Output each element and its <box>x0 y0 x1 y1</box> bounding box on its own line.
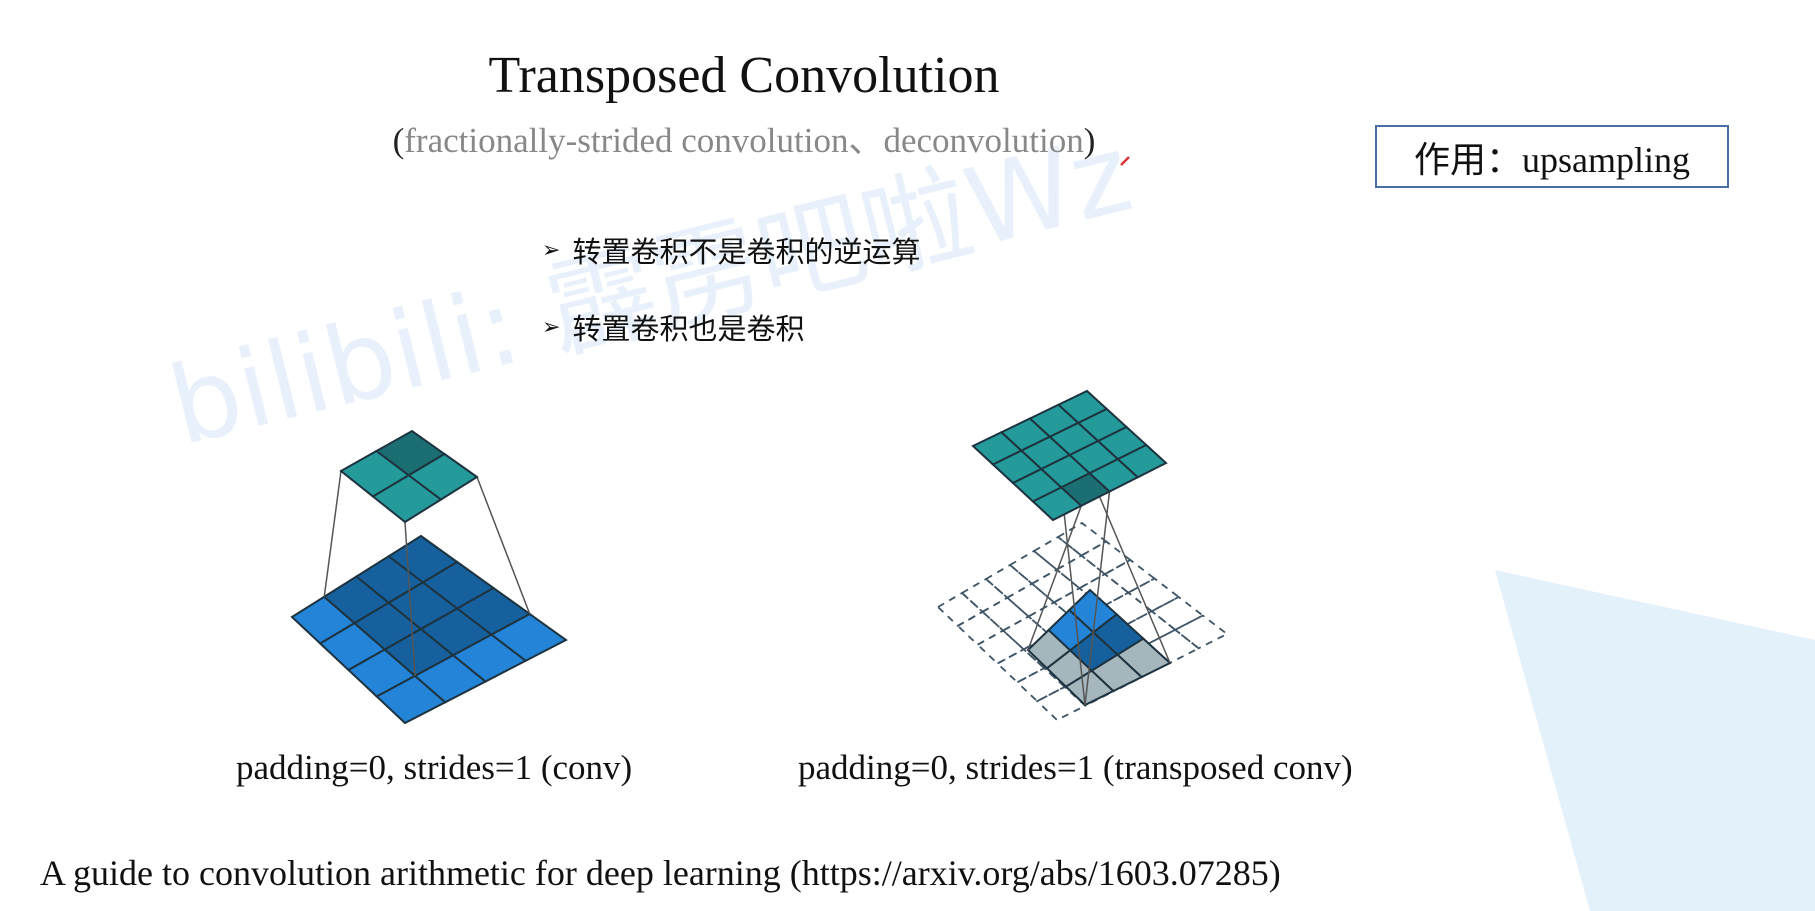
projection-line <box>323 470 342 597</box>
subtitle-open: ( <box>392 121 405 160</box>
bullet-item: ➢ 转置卷积不是卷积的逆运算 <box>542 229 920 271</box>
arrow-bullet-icon: ➢ <box>542 237 561 263</box>
page-subtitle: (fractionally-strided convolution、deconv… <box>0 112 1488 163</box>
purpose-box: 作用：upsampling <box>1375 125 1729 188</box>
reference-text: A guide to convolution arithmetic for de… <box>40 853 1281 893</box>
padded-input-cell <box>1055 554 1107 590</box>
padded-input-cell <box>1079 540 1132 576</box>
bullet-text: 转置卷积不是卷积的逆运算 <box>572 235 921 269</box>
padded-input-cell <box>976 629 1026 665</box>
padded-input-cell <box>956 610 1005 646</box>
padded-input-cell <box>960 577 1009 613</box>
conv-diagram <box>290 429 568 725</box>
padded-input-cell <box>984 563 1034 599</box>
subtitle-text: fractionally-strided convolution、deconvo… <box>404 121 1084 160</box>
padded-input-cell <box>981 596 1031 632</box>
padded-input-cell <box>1008 549 1059 585</box>
bullet-item: ➢ 转置卷积也是卷积 <box>542 306 804 348</box>
transposed-conv-diagram <box>936 389 1229 722</box>
subtitle-close: ) <box>1083 121 1096 160</box>
page-title: Transposed Convolution <box>488 47 1000 104</box>
bullet-text: 转置卷积也是卷积 <box>572 312 805 346</box>
conv-caption: padding=0, strides=1 (conv) <box>236 748 633 787</box>
transposed-conv-caption: padding=0, strides=1 (transposed conv) <box>798 748 1353 787</box>
padded-input-cell <box>1032 535 1084 571</box>
arrow-bullet-icon: ➢ <box>542 314 561 340</box>
padded-input-cell <box>1103 558 1157 594</box>
padded-input-cell <box>1173 614 1229 650</box>
padded-input-cell <box>1150 595 1205 631</box>
padded-input-cell <box>936 591 985 627</box>
decorative-triangle <box>1495 570 1815 911</box>
